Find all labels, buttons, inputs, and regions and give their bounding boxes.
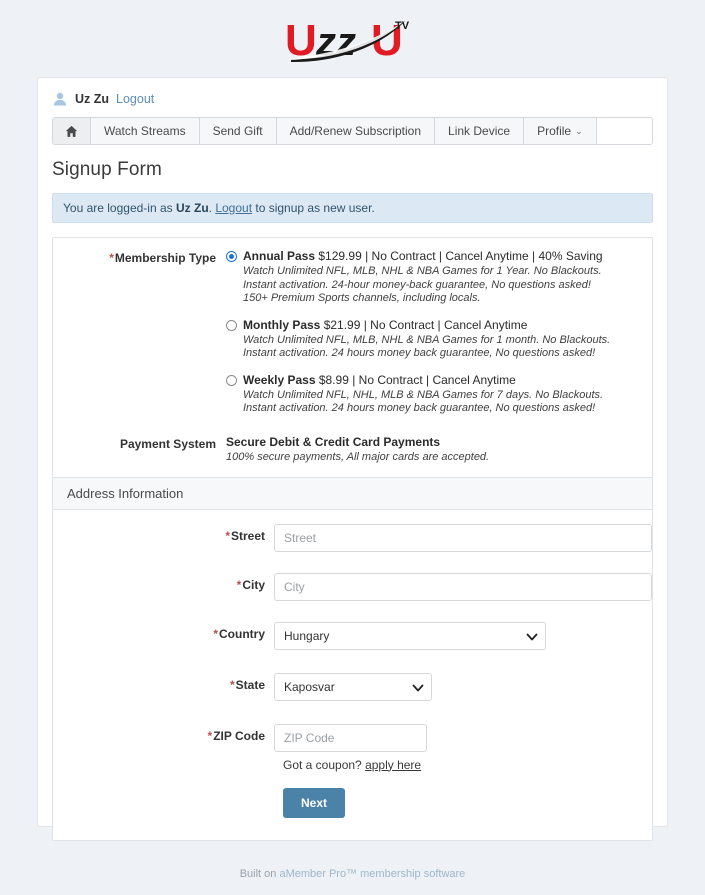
membership-type-label: *Membership Type <box>61 248 226 416</box>
street-row: *Street <box>61 523 652 552</box>
option-title: Annual Pass $129.99 | No Contract | Canc… <box>243 249 603 264</box>
nav-item-add-renew-subscription[interactable]: Add/Renew Subscription <box>276 118 436 144</box>
membership-option-monthly[interactable]: Monthly Pass $21.99 | No Contract | Canc… <box>226 318 644 361</box>
home-icon <box>65 125 78 138</box>
page-title: Signup Form <box>52 159 162 180</box>
country-label: *Country <box>61 622 274 641</box>
option-description: Watch Unlimited NFL, MLB, NHL & NBA Game… <box>243 265 602 304</box>
city-input[interactable] <box>274 572 652 601</box>
footer-prefix: Built on <box>239 868 280 880</box>
country-selected-value: Hungary <box>284 628 330 643</box>
alert-prefix: You are logged-in as <box>63 201 176 215</box>
user-name: Uz Zu <box>75 92 110 106</box>
option-title: Monthly Pass $21.99 | No Contract | Canc… <box>243 318 527 333</box>
logged-in-alert: You are logged-in as Uz Zu. Logout to si… <box>52 193 653 223</box>
city-row: *City <box>61 572 652 601</box>
option-title-bold: Weekly Pass <box>243 372 316 387</box>
nav-item-watch-streams[interactable]: Watch Streams <box>91 118 200 144</box>
membership-option-weekly[interactable]: Weekly Pass $8.99 | No Contract | Cancel… <box>226 373 644 416</box>
required-marker: * <box>109 251 114 265</box>
label-text: Membership Type <box>114 251 216 265</box>
payment-system-row: Payment System Secure Debit & Credit Car… <box>61 434 644 463</box>
user-bar: Uz Zu Logout <box>38 78 667 115</box>
zip-label: *ZIP Code <box>61 724 274 743</box>
option-title-bold: Annual Pass <box>243 249 316 263</box>
form-actions: Next <box>274 787 644 818</box>
required-marker: * <box>207 728 213 743</box>
option-title-rest: $129.99 | No Contract | Cancel Anytime |… <box>315 249 603 263</box>
option-description: Watch Unlimited NFL, MLB, NHL & NBA Game… <box>243 333 611 360</box>
label-text: City <box>242 577 265 592</box>
country-row: *Country Hungary <box>61 621 644 652</box>
option-title-rest: $21.99 | No Contract | Cancel Anytime <box>320 317 528 332</box>
radio-annual-pass[interactable] <box>226 251 237 262</box>
payment-system-label: Payment System <box>119 436 216 451</box>
state-selected-value: Kaposvar <box>284 679 335 694</box>
payment-description: 100% secure payments, All major cards ar… <box>226 450 490 463</box>
radio-weekly-pass[interactable] <box>226 374 237 386</box>
nav-item-link-device[interactable]: Link Device <box>435 118 525 144</box>
main-content-container: Uz Zu Logout Watch Streams Send Gift Add… <box>37 77 668 841</box>
required-marker: * <box>236 577 242 592</box>
main-nav: Watch Streams Send Gift Add/Renew Subscr… <box>52 117 653 145</box>
street-label: *Street <box>61 524 274 543</box>
address-section-header: Address Information <box>53 476 652 510</box>
site-logo-area: U zz U TV <box>0 0 705 77</box>
coupon-prompt: Got a coupon? apply here <box>274 758 644 772</box>
nav-label: Add/Renew Subscription <box>289 124 422 138</box>
option-title-bold: Monthly Pass <box>243 317 321 332</box>
city-label: *City <box>61 573 274 592</box>
payment-system-value: Secure Debit & Credit Card Payments 100%… <box>226 434 644 463</box>
required-marker: * <box>225 528 230 543</box>
membership-section: *Membership Type Annual Pass $129.99 | N… <box>53 238 652 477</box>
membership-type-row: *Membership Type Annual Pass $129.99 | N… <box>61 248 644 416</box>
nav-item-send-gift[interactable]: Send Gift <box>199 118 277 144</box>
svg-text:TV: TV <box>395 20 410 32</box>
label-text: Street <box>230 528 265 543</box>
membership-type-options: Annual Pass $129.99 | No Contract | Canc… <box>226 248 644 416</box>
option-title: Weekly Pass $8.99 | No Contract | Cancel… <box>243 373 516 388</box>
nav-label: Link Device <box>448 124 511 138</box>
street-input[interactable] <box>274 523 652 552</box>
amember-pro-link[interactable]: aMember Pro™ membership software <box>279 868 465 880</box>
nav-item-profile[interactable]: Profile ⌄ <box>524 118 597 144</box>
nav-label: Send Gift <box>212 124 263 138</box>
nav-spacer <box>596 118 652 144</box>
nav-label: Profile <box>537 124 572 138</box>
chevron-down-icon: ⌄ <box>575 125 583 136</box>
address-fields: *Street *City *Country <box>53 510 652 840</box>
user-icon <box>52 91 68 107</box>
state-select[interactable]: Kaposvar <box>274 672 432 701</box>
label-text: State <box>235 677 265 692</box>
state-row: *State Kaposvar <box>61 672 644 703</box>
nav-label: Watch Streams <box>104 124 186 138</box>
country-select[interactable]: Hungary <box>274 621 546 650</box>
membership-option-annual[interactable]: Annual Pass $129.99 | No Contract | Canc… <box>226 249 644 306</box>
chevron-down-icon <box>412 682 424 692</box>
alert-suffix: to signup as new user. <box>252 201 375 215</box>
payment-title: Secure Debit & Credit Card Payments <box>226 434 441 449</box>
chevron-down-icon <box>526 631 538 641</box>
option-description: Watch Unlimited NFL, NHL, MLB & NBA Game… <box>243 388 604 415</box>
next-button[interactable]: Next <box>283 787 346 818</box>
label-text: Country <box>219 626 265 641</box>
required-marker: * <box>229 677 235 692</box>
label-text: ZIP Code <box>213 728 265 743</box>
logout-link[interactable]: Logout <box>116 92 154 106</box>
state-label: *State <box>61 673 274 692</box>
required-marker: * <box>213 626 218 641</box>
nav-item-home[interactable] <box>53 118 91 144</box>
apply-coupon-link[interactable]: apply here <box>365 758 421 772</box>
option-title-rest: $8.99 | No Contract | Cancel Anytime <box>315 372 516 387</box>
page-footer: Built on aMember Pro™ membership softwar… <box>0 868 705 880</box>
radio-monthly-pass[interactable] <box>226 319 237 331</box>
coupon-text: Got a coupon? <box>283 757 366 772</box>
alert-logout-link[interactable]: Logout <box>215 201 252 215</box>
zip-row: *ZIP Code <box>61 723 644 752</box>
uzzu-tv-logo[interactable]: U zz U TV <box>283 13 423 65</box>
zip-code-input[interactable] <box>274 723 427 752</box>
signup-form-panel: *Membership Type Annual Pass $129.99 | N… <box>52 237 653 841</box>
alert-user-name: Uz Zu <box>175 201 209 215</box>
